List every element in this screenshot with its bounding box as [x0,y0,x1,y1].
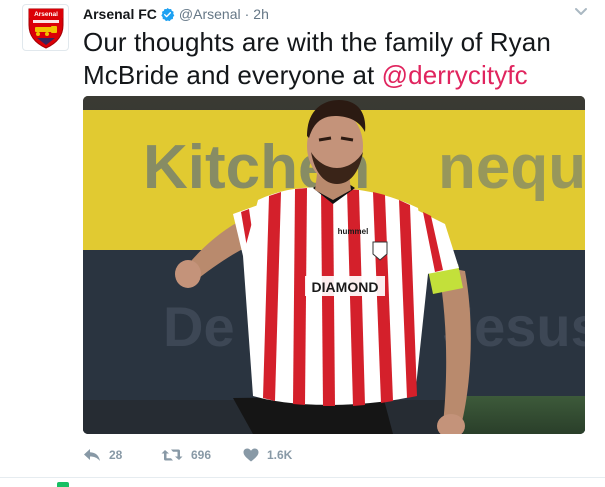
avatar[interactable]: Arsenal [22,4,69,51]
arsenal-crest-icon: Arsenal [28,8,63,49]
chevron-down-icon[interactable] [573,5,589,19]
svg-text:De: De [163,295,235,358]
mention-link[interactable]: @derrycityfc [382,60,528,90]
tweet-header: Arsenal FC @Arsenal · 2h [83,4,269,24]
tweet-divider [0,477,605,478]
like-count: 1.6K [267,448,293,462]
player-photo: Kitchen nequ De Jesus [83,96,585,434]
separator-dot: · [244,6,250,22]
timestamp[interactable]: 2h [253,6,269,22]
tweet-actions: 28 696 1.6K [83,444,323,466]
reply-count: 28 [109,448,123,462]
like-button[interactable]: 1.6K [243,448,323,462]
verified-badge-icon [160,7,175,22]
tweet-card[interactable]: Arsenal Arsenal FC @Arsenal · 2h Our tho… [0,0,605,487]
author-handle[interactable]: @Arsenal [179,6,241,22]
retweet-count: 696 [191,448,212,462]
svg-text:nequ: nequ [438,133,585,202]
avatar-text: Arsenal [34,11,58,18]
author-name[interactable]: Arsenal FC [83,6,157,22]
sponsor-text: DIAMOND [312,279,379,295]
tweet-text: Our thoughts are with the family of Ryan… [83,26,588,92]
next-tweet-edge [57,482,69,487]
reply-button[interactable]: 28 [83,448,161,462]
tweet-photo[interactable]: Kitchen nequ De Jesus [83,96,585,434]
kit-text: hummel [338,227,369,236]
retweet-button[interactable]: 696 [161,448,243,462]
heart-icon [243,448,259,462]
retweet-icon [161,449,183,461]
reply-icon [84,449,100,461]
